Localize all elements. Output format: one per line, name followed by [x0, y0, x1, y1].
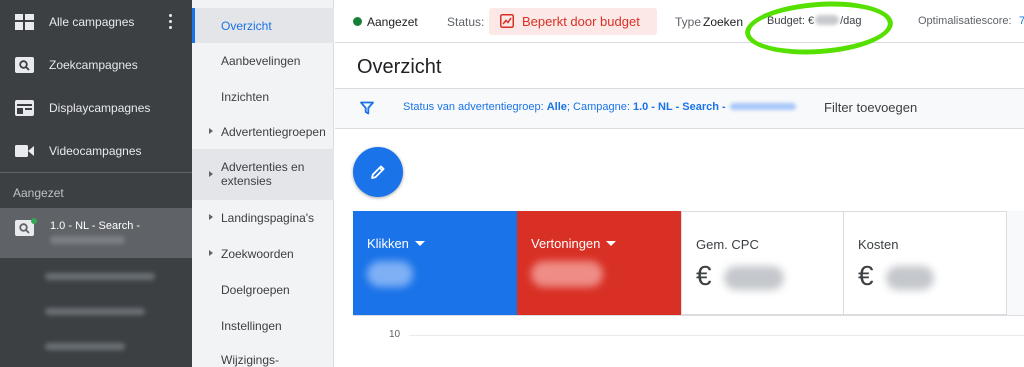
type-value: Zoeken	[703, 15, 744, 29]
enabled-status-dot	[353, 17, 362, 26]
page-menu-item-landing-pages[interactable]: Landingspagina's	[192, 200, 334, 236]
page-menu-item-change-history[interactable]: Wijzigings-	[192, 343, 334, 367]
redacted-metric-value	[724, 266, 784, 290]
sidebar-item-active-campaign[interactable]: 1.0 - NL - Search -	[0, 208, 192, 258]
filter-campaign-label: ; Campagne:	[566, 101, 633, 113]
expand-caret-icon	[209, 171, 213, 177]
y-gridline	[409, 335, 1024, 336]
page-menu-item-ad-groups[interactable]: Advertentiegroepen	[192, 115, 334, 149]
filter-status-label: Status van advertentiegroep:	[403, 101, 547, 113]
optimization-score-value[interactable]: 7	[1019, 15, 1024, 27]
performance-chart: 10	[353, 315, 1024, 367]
currency-symbol: €	[858, 260, 874, 291]
active-campaign-label: 1.0 - NL - Search -	[50, 220, 141, 232]
sidebar-divider	[0, 172, 192, 173]
sidebar-item-label: Displaycampagnes	[49, 100, 151, 115]
redacted-metric-value	[886, 266, 934, 290]
redacted-campaign-name	[50, 236, 125, 244]
page-menu-item-label: Aanbevelingen	[221, 54, 301, 68]
active-indicator	[192, 8, 195, 43]
add-filter-button[interactable]: Filter toevoegen	[824, 100, 917, 115]
type-label: Type	[675, 15, 702, 29]
dropdown-arrow-icon	[414, 241, 425, 246]
page-menu-item-label: Zoekwoorden	[221, 247, 294, 261]
redacted-metric-value	[367, 261, 413, 287]
sidebar-item-label: Alle campagnes	[49, 14, 135, 29]
metric-label: Vertoningen	[531, 236, 601, 251]
filter-icon[interactable]	[360, 101, 374, 115]
metric-card-impressions[interactable]: Vertoningen	[517, 211, 681, 315]
page-menu-item-keywords[interactable]: Zoekwoorden	[192, 236, 334, 272]
sidebar-item-video-campaigns[interactable]: Videocampagnes	[0, 129, 192, 172]
currency-symbol: €	[696, 260, 712, 291]
page-menu-item-overview[interactable]: Overzicht	[192, 8, 334, 43]
page-menu-item-label: Advertentiegroepen	[221, 125, 326, 139]
sidebar-item-label: Zoekcampagnes	[49, 57, 138, 72]
dashboard-icon	[15, 13, 34, 30]
redacted-ad-group[interactable]	[45, 273, 155, 280]
page-title: Overzicht	[357, 56, 442, 78]
sidebar-section-label: Aangezet	[13, 186, 64, 200]
display-campaign-icon	[15, 99, 34, 116]
metric-card-avg-cpc[interactable]: Gem. CPC €	[681, 211, 844, 315]
page-menu-item-label: Inzichten	[221, 90, 270, 104]
more-vert-icon[interactable]	[168, 13, 172, 30]
metric-selector[interactable]: Klikken	[367, 236, 425, 251]
metric-card-clicks[interactable]: Klikken	[353, 211, 517, 315]
filter-campaign-value: 1.0 - NL - Search -	[632, 101, 726, 113]
sidebar-item-display-campaigns[interactable]: Displaycampagnes	[0, 86, 192, 129]
campaign-sidebar: Alle campagnes Zoekcampagnes Displaycamp…	[0, 0, 192, 367]
page-menu-item-audiences[interactable]: Doelgroepen	[192, 272, 334, 308]
metric-label: Gem. CPC	[696, 237, 759, 252]
page-menu-item-label: Overzicht	[221, 19, 272, 33]
active-filter[interactable]: Status van advertentiegroep: Alle; Campa…	[403, 101, 796, 113]
page-menu: Overzicht Aanbevelingen Inzichten Advert…	[192, 0, 334, 367]
expand-caret-icon	[209, 250, 213, 256]
status-value: Beperkt door budget	[522, 14, 640, 29]
sidebar-item-all-campaigns[interactable]: Alle campagnes	[0, 0, 192, 43]
redacted-ad-group[interactable]	[45, 308, 145, 315]
redacted-ad-group[interactable]	[45, 343, 125, 350]
status-label: Status:	[447, 15, 485, 29]
status-badge[interactable]: Beperkt door budget	[489, 8, 657, 35]
metric-card-cost[interactable]: Kosten €	[844, 211, 1007, 315]
redacted-metric-value	[531, 261, 603, 287]
page-menu-item-ads-extensions[interactable]: Advertenties en extensies	[192, 149, 334, 200]
expand-caret-icon	[209, 214, 213, 220]
dropdown-arrow-icon	[606, 241, 617, 246]
optimization-score-label: Optimalisatiescore:	[918, 15, 1012, 27]
video-campaign-icon	[15, 144, 34, 157]
page-menu-item-label: Landingspagina's	[221, 211, 315, 225]
enabled-status-text[interactable]: Aangezet	[367, 15, 418, 29]
metric-selector[interactable]: Vertoningen	[531, 236, 617, 251]
campaign-status-bar: Aangezet Status: Beperkt door budget Typ…	[335, 0, 1024, 60]
y-axis-tick-label: 10	[389, 329, 401, 340]
trending-chart-icon	[500, 14, 514, 28]
expand-caret-icon	[209, 128, 213, 134]
metric-label: Kosten	[858, 237, 899, 252]
page-menu-item-label: Instellingen	[221, 319, 282, 333]
enabled-status-dot	[31, 218, 37, 224]
edit-button[interactable]	[353, 147, 403, 197]
sidebar-item-search-campaigns[interactable]: Zoekcampagnes	[0, 43, 192, 86]
page-menu-item-recommendations[interactable]: Aanbevelingen	[192, 43, 334, 79]
search-campaign-icon	[15, 56, 34, 73]
page-menu-item-label: Doelgroepen	[221, 283, 290, 297]
page-menu-item-label: Wijzigings-	[221, 353, 280, 367]
page-menu-item-settings[interactable]: Instellingen	[192, 308, 334, 343]
page-menu-item-insights[interactable]: Inzichten	[192, 79, 334, 115]
metric-label: Klikken	[367, 236, 409, 251]
page-menu-item-label: Advertenties en extensies	[221, 160, 305, 188]
sidebar-item-label: Videocampagnes	[49, 143, 142, 158]
budget-highlight-circle	[743, 0, 895, 60]
filter-bar: Status van advertentiegroep: Alle; Campa…	[335, 89, 1024, 129]
pencil-icon	[371, 165, 385, 179]
filter-status-value: Alle	[546, 101, 567, 113]
redacted-campaign-name	[729, 103, 796, 110]
